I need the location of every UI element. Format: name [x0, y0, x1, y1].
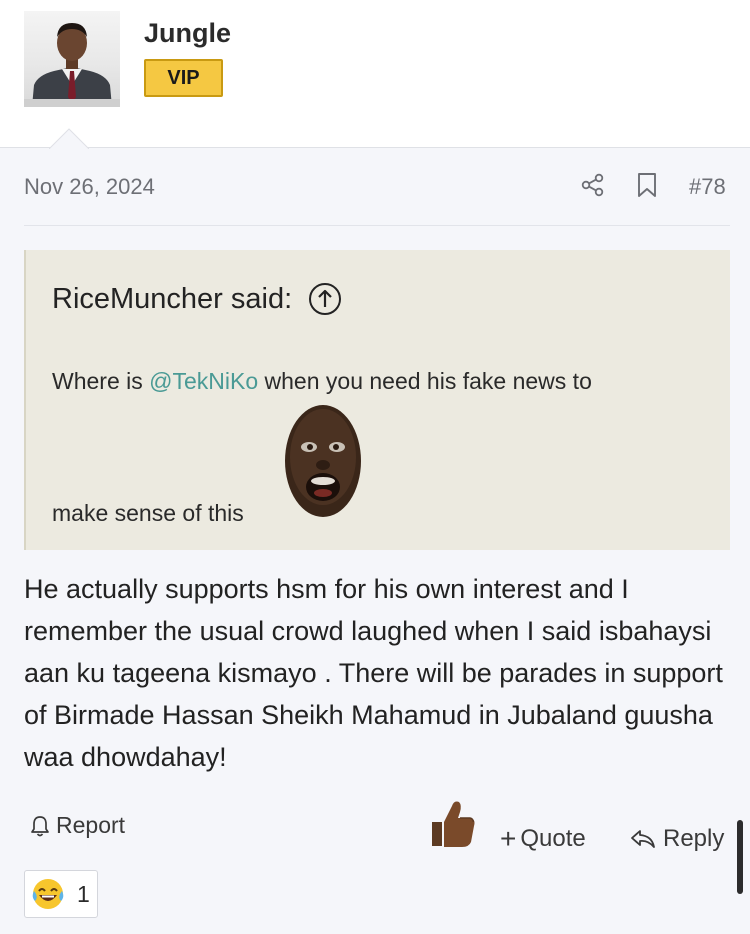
thumbs-up-icon[interactable]	[426, 796, 478, 850]
post-number-link[interactable]: #78	[689, 174, 726, 200]
scrollbar-thumb[interactable]	[737, 820, 743, 894]
quote-block: RiceMuncher said: Where is @TekNiKo when…	[24, 250, 730, 550]
reaction-summary[interactable]: 1	[24, 870, 98, 918]
reply-button[interactable]: Reply	[629, 825, 724, 853]
user-mention-link[interactable]: @TekNiKo	[149, 368, 258, 394]
arrow-up-circle-icon[interactable]	[308, 282, 342, 316]
quote-author-label: RiceMuncher said:	[52, 282, 293, 315]
post-meta: Nov 26, 2024 #78	[0, 150, 750, 226]
post-date[interactable]: Nov 26, 2024	[24, 174, 155, 200]
quote-text-line: Where is @TekNiKo when you need his fake…	[52, 368, 592, 395]
bell-icon	[31, 815, 49, 836]
user-avatar[interactable]	[24, 11, 120, 107]
share-icon[interactable]	[580, 172, 606, 198]
report-button[interactable]: Report	[28, 812, 125, 839]
reaction-count: 1	[77, 880, 90, 907]
bookmark-icon[interactable]	[634, 172, 660, 198]
header-pointer	[49, 128, 89, 149]
user-header: Jungle VIP	[0, 0, 750, 149]
quote-text-prefix: Where is	[52, 368, 150, 394]
reply-button-label: Reply	[663, 825, 725, 852]
meta-divider	[24, 225, 730, 226]
quote-button[interactable]: + Quote	[500, 825, 586, 853]
reply-arrow-icon	[631, 830, 655, 848]
quote-text-line: make sense of this	[52, 500, 244, 526]
quote-text-suffix: when you need his fake news to	[258, 368, 592, 394]
post-body: He actually supports hsm for his own int…	[24, 574, 723, 772]
vip-badge: VIP	[144, 59, 223, 97]
shouting-face-emoji-icon	[285, 405, 361, 517]
plus-icon: +	[500, 823, 517, 854]
quote-button-label: Quote	[520, 825, 586, 852]
report-label: Report	[56, 812, 126, 838]
quote-author[interactable]: RiceMuncher said:	[52, 282, 342, 316]
username[interactable]: Jungle	[144, 18, 231, 49]
laughing-tears-emoji-icon	[32, 879, 64, 909]
